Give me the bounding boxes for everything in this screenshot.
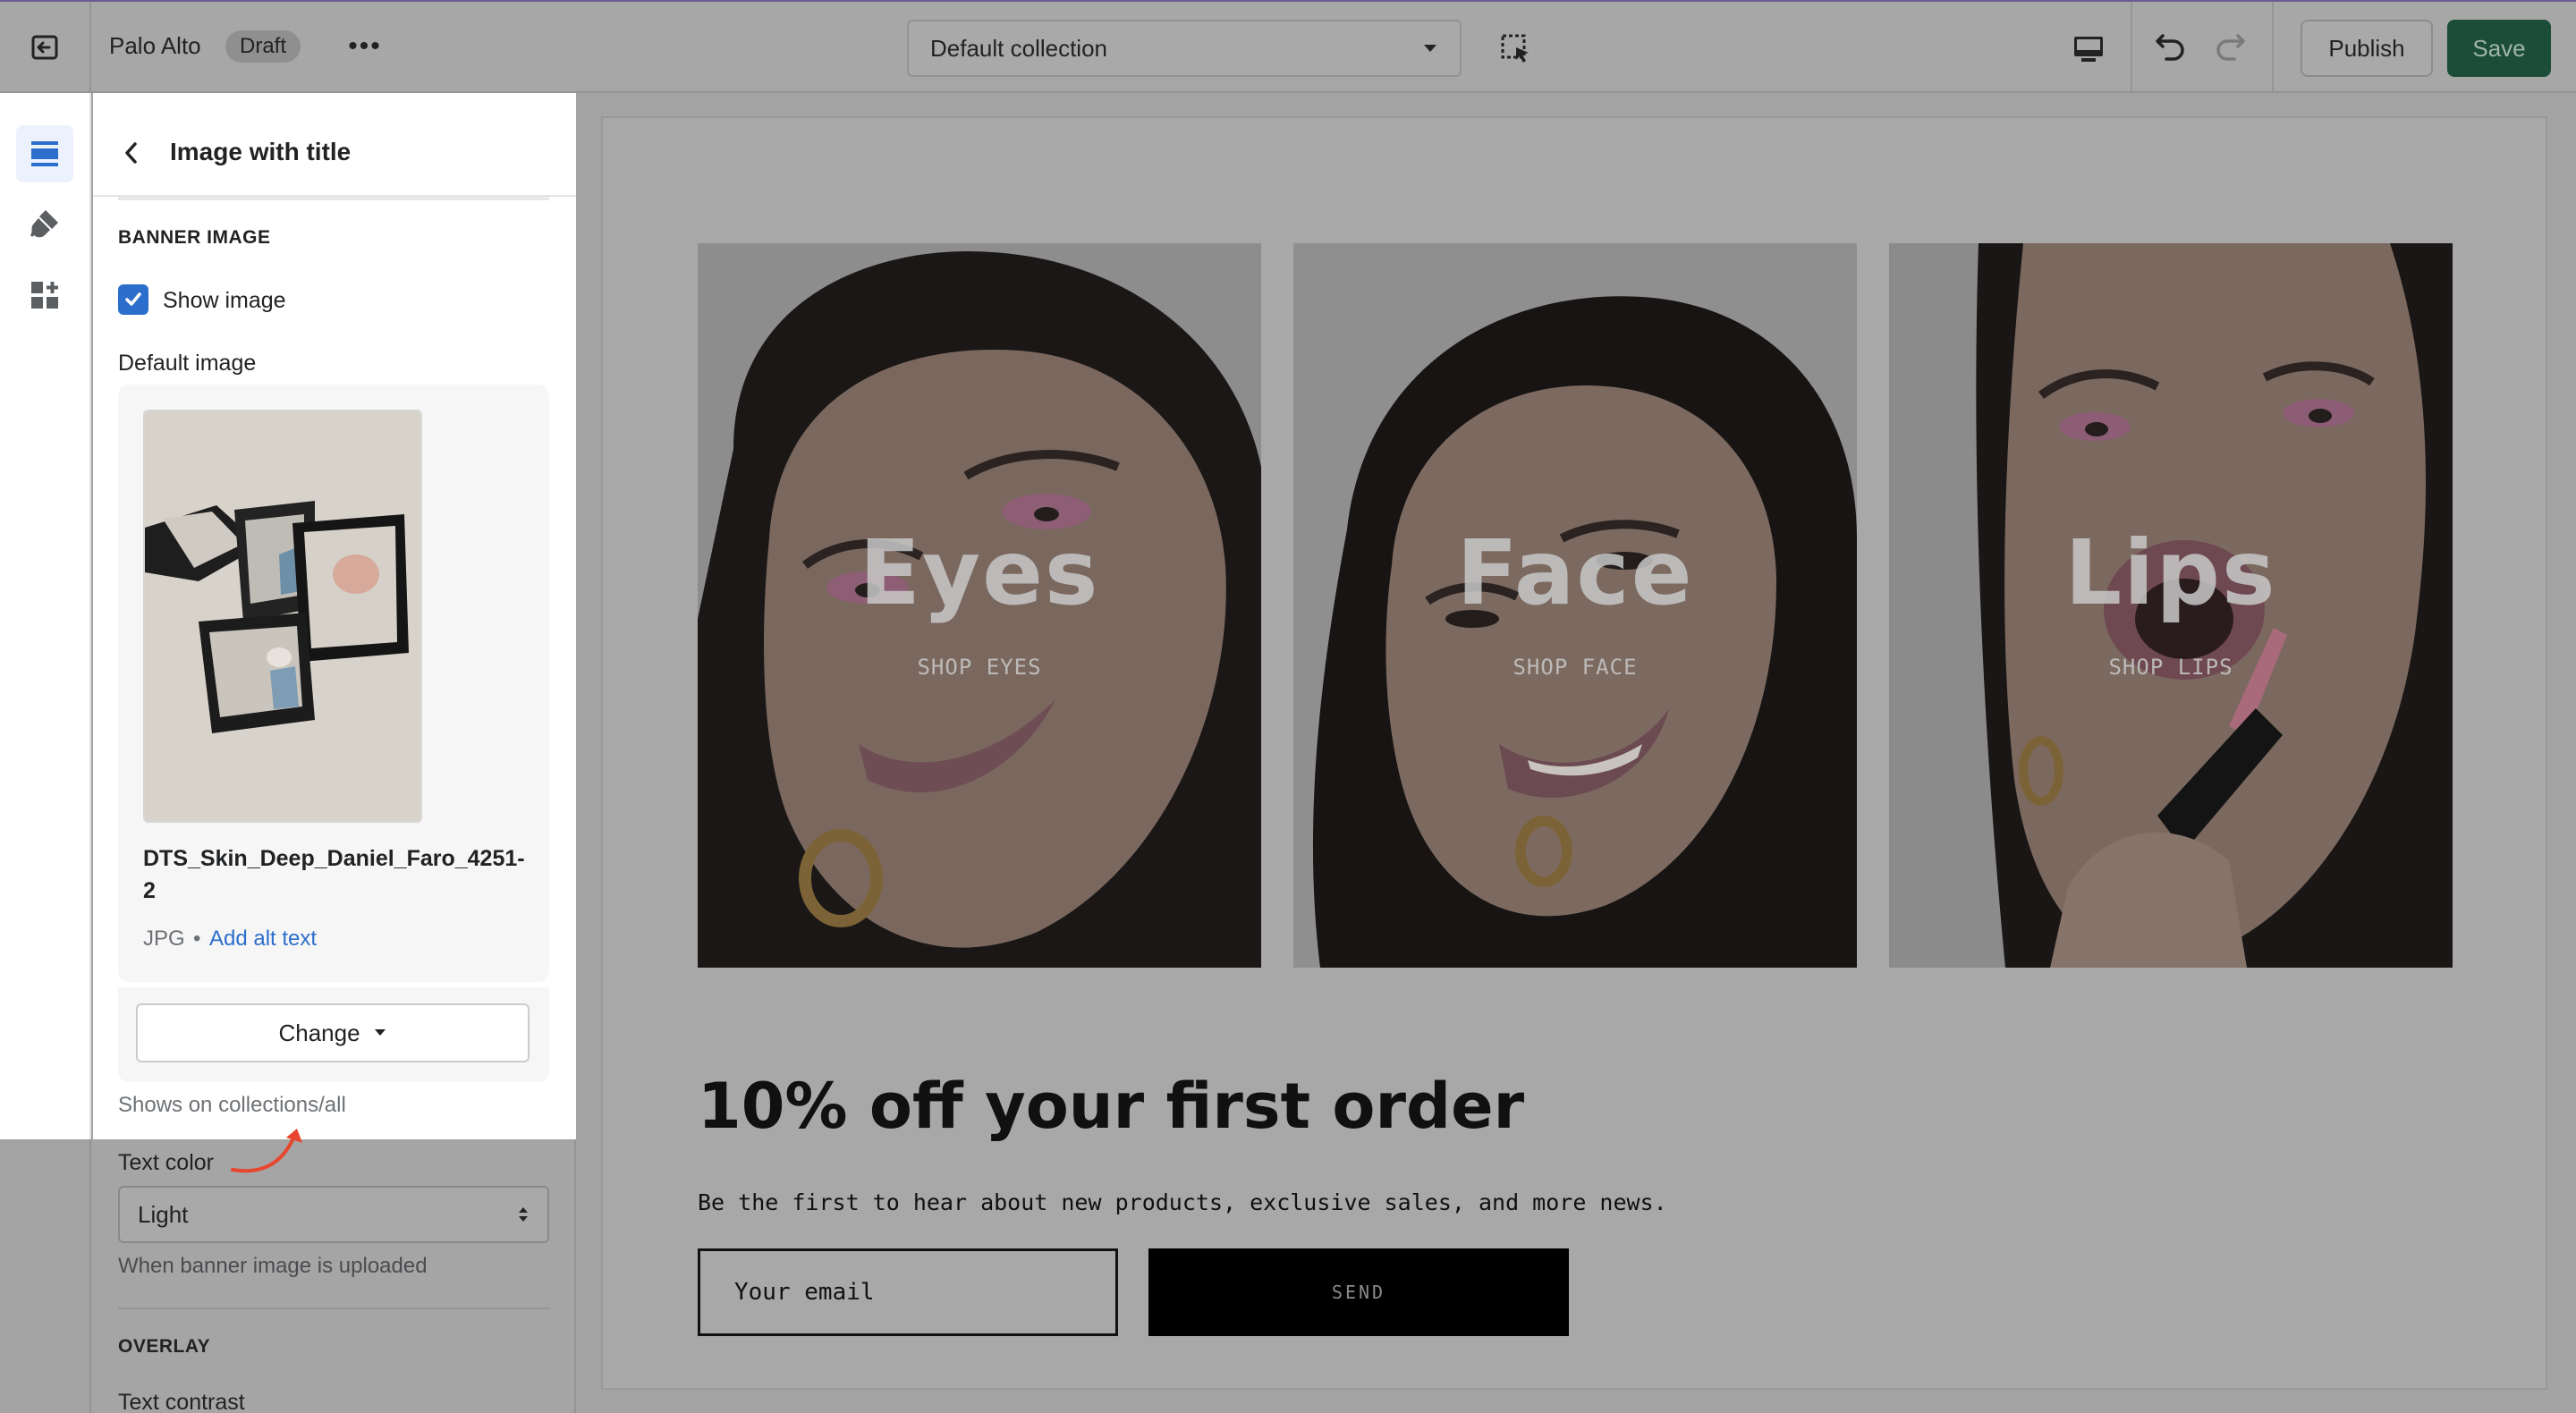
overlay-heading: OVERLAY xyxy=(118,1336,211,1357)
email-input[interactable]: Your email xyxy=(698,1248,1118,1336)
sidebar-item-sections[interactable] xyxy=(16,125,73,182)
banner-image-heading: BANNER IMAGE xyxy=(118,227,271,248)
add-alt-text-link[interactable]: Add alt text xyxy=(209,926,317,952)
image-scope-hint: Shows on collections/all xyxy=(118,1093,346,1117)
select-arrows-icon xyxy=(519,1207,528,1222)
sidebar-item-apps[interactable] xyxy=(16,267,73,324)
undo-icon xyxy=(2156,34,2184,61)
caret-down-icon xyxy=(1424,45,1436,52)
tile-link[interactable]: SHOP LIPS xyxy=(1889,655,2453,680)
newsletter-heading: 10% off your first order xyxy=(698,1070,1525,1143)
inspector-cursor-icon xyxy=(1501,34,1529,63)
panel-divider xyxy=(118,197,549,200)
tile-link[interactable]: SHOP FACE xyxy=(1293,655,1857,680)
annotation-arrow-icon xyxy=(231,1129,302,1173)
send-button[interactable]: SEND xyxy=(1148,1248,1569,1336)
text-color-hint: When banner image is uploaded xyxy=(118,1254,428,1278)
image-file-name: DTS_Skin_Deep_Daniel_Faro_4251-2 xyxy=(143,846,525,903)
paintbrush-icon xyxy=(30,210,58,238)
text-color-select[interactable]: Light xyxy=(118,1186,549,1243)
inspector-button[interactable] xyxy=(1496,29,1537,70)
desktop-icon xyxy=(2074,37,2103,62)
tile-title: Eyes xyxy=(859,520,1100,625)
store-name: Palo Alto xyxy=(109,32,201,59)
back-button[interactable] xyxy=(111,132,152,173)
tile-link[interactable]: SHOP EYES xyxy=(698,655,1261,680)
separator-dot: • xyxy=(193,926,201,951)
checkmark-icon xyxy=(125,292,141,306)
collection-select-value: Default collection xyxy=(930,34,1107,62)
desktop-preview-button[interactable] xyxy=(2066,27,2111,72)
top-bar: Palo Alto Draft ••• Default collection P… xyxy=(0,0,2576,93)
collection-select[interactable]: Default collection xyxy=(907,20,1462,77)
text-color-label: Text color xyxy=(118,1150,214,1175)
save-button[interactable]: Save xyxy=(2447,20,2551,77)
more-actions-button[interactable]: ••• xyxy=(345,27,385,66)
product-photo-image xyxy=(145,411,420,821)
sidebar-item-theme-settings[interactable] xyxy=(16,195,73,252)
redo-button[interactable] xyxy=(2207,25,2252,70)
collection-tile-eyes[interactable]: Eyes SHOP EYES xyxy=(698,243,1261,968)
panel-divider xyxy=(118,1307,549,1309)
tile-title: Lips xyxy=(2064,520,2277,625)
collection-tile-lips[interactable]: Lips SHOP LIPS xyxy=(1889,243,2453,968)
change-button-label: Change xyxy=(278,1019,360,1046)
default-image-label: Default image xyxy=(118,351,257,376)
undo-button[interactable] xyxy=(2148,25,2193,70)
status-badge: Draft xyxy=(225,30,301,63)
show-image-checkbox[interactable] xyxy=(118,284,148,315)
show-image-label[interactable]: Show image xyxy=(163,288,286,314)
toolbar-divider xyxy=(2131,2,2132,93)
text-contrast-label: Text contrast xyxy=(118,1390,245,1413)
image-thumbnail[interactable] xyxy=(143,410,422,823)
image-file-type: JPG xyxy=(143,926,185,951)
tile-title: Face xyxy=(1456,520,1694,625)
collection-tile-face[interactable]: Face SHOP FACE xyxy=(1293,243,1857,968)
publish-button[interactable]: Publish xyxy=(2301,20,2433,77)
exit-editor-button[interactable] xyxy=(0,2,91,93)
chevron-left-icon xyxy=(125,142,137,164)
sections-icon xyxy=(31,141,58,166)
toolbar-divider xyxy=(2272,2,2274,93)
apps-icon xyxy=(31,282,58,309)
change-image-button[interactable]: Change xyxy=(136,1003,530,1062)
caret-down-icon xyxy=(374,1029,386,1036)
redo-icon xyxy=(2216,34,2245,61)
exit-icon xyxy=(31,35,58,60)
newsletter-text: Be the first to hear about new products,… xyxy=(698,1189,1667,1215)
panel-title: Image with title xyxy=(170,138,352,165)
text-color-value: Light xyxy=(138,1200,189,1228)
